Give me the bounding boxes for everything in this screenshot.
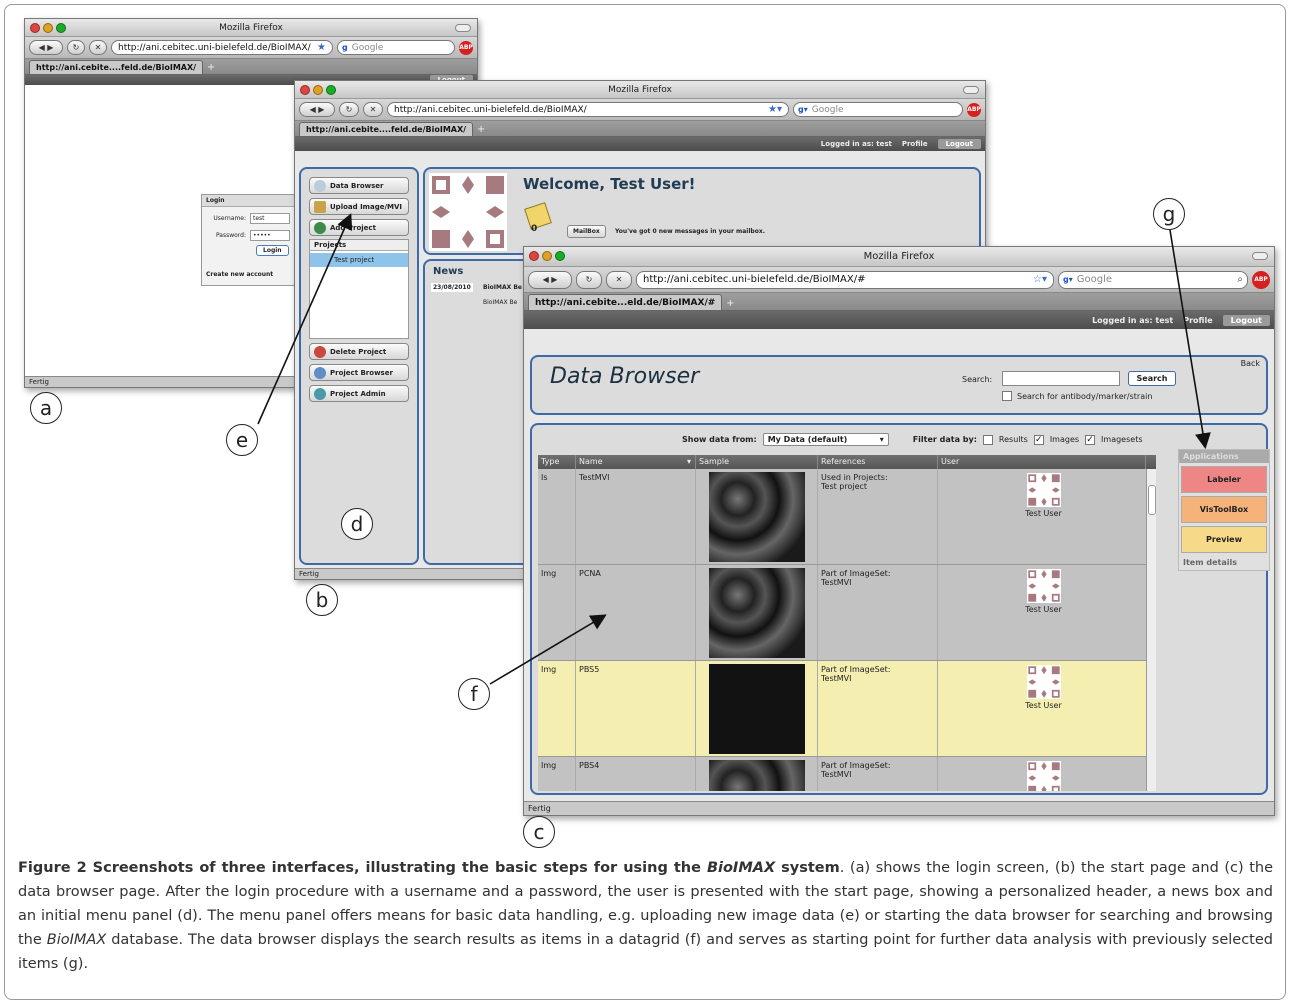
callout-f: f xyxy=(458,678,490,710)
figure-caption: Figure 2 Screenshots of three interfaces… xyxy=(18,856,1273,976)
callout-a: a xyxy=(30,392,62,424)
callout-e: e xyxy=(226,424,258,456)
caption-lead-text: Figure 2 Screenshots of three interfaces… xyxy=(18,860,707,876)
caption-lead-italic: BioIMAX xyxy=(706,860,776,876)
callout-d: d xyxy=(341,508,373,540)
callout-b: b xyxy=(306,584,338,616)
caption-body-2: database. The data browser displays the … xyxy=(18,932,1273,972)
arrow-e xyxy=(257,213,353,425)
arrow-f xyxy=(489,614,607,685)
annotation-arrows xyxy=(257,213,1211,685)
callout-c: c xyxy=(523,816,555,848)
caption-body-italic: BioIMAX xyxy=(46,932,107,948)
arrow-g xyxy=(1169,229,1211,450)
callout-g: g xyxy=(1153,198,1185,230)
caption-lead-end: system xyxy=(775,860,840,876)
caption-lead: Figure 2 Screenshots of three interfaces… xyxy=(18,860,840,876)
